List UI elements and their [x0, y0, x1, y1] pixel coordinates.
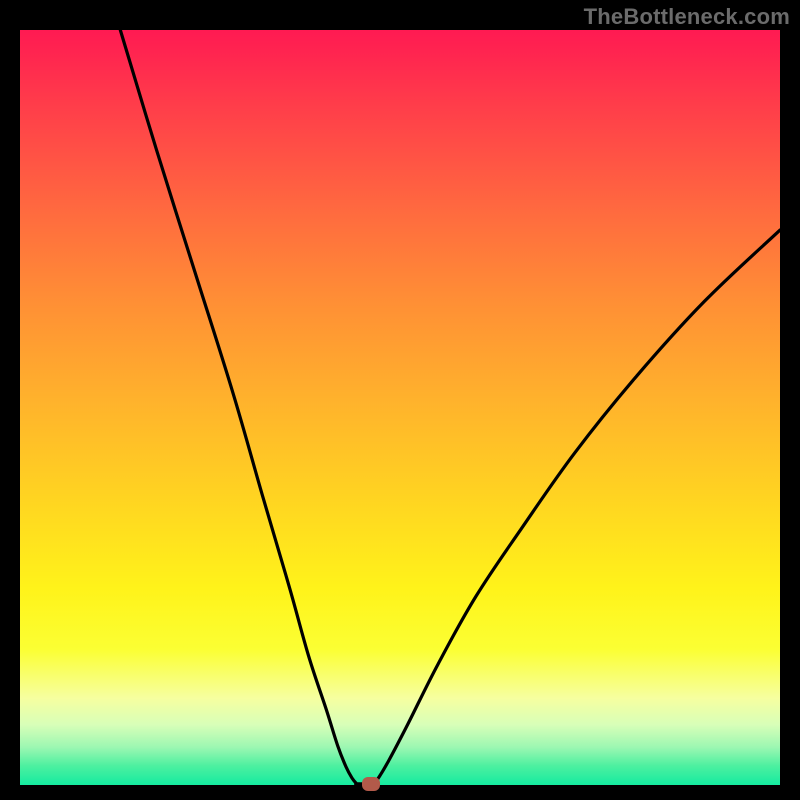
watermark-text: TheBottleneck.com: [584, 4, 790, 30]
bottleneck-curve: [20, 30, 780, 785]
chart-frame: TheBottleneck.com: [0, 0, 800, 800]
plot-area: [20, 30, 780, 785]
optimal-point-marker: [362, 777, 380, 791]
